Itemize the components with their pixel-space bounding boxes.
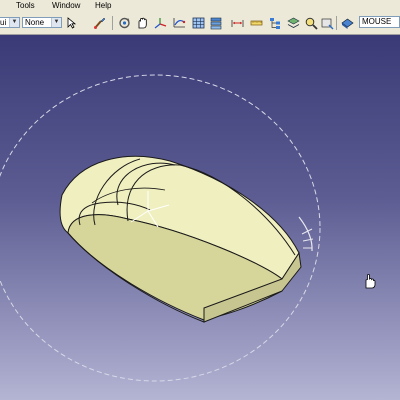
layer-combo[interactable]: ui ▼ xyxy=(0,17,20,28)
layer-combo-value: ui xyxy=(0,18,7,27)
layers-icon[interactable] xyxy=(286,16,301,30)
filter-combo[interactable]: None ▼ xyxy=(22,17,62,28)
chevron-down-icon[interactable]: ▼ xyxy=(9,18,19,27)
rotation-handle[interactable] xyxy=(298,216,313,252)
toolbar-separator xyxy=(112,16,113,30)
menu-window[interactable]: Window xyxy=(52,1,80,11)
filter-combo-value: None xyxy=(25,18,45,27)
tree-icon[interactable] xyxy=(268,16,283,30)
3d-viewport[interactable] xyxy=(0,35,400,400)
hide-show-icon[interactable] xyxy=(320,16,335,30)
rotate-icon[interactable] xyxy=(117,16,132,30)
hand-icon[interactable] xyxy=(135,16,150,30)
product-name-field[interactable]: MOUSE xyxy=(359,16,400,28)
product-name-value: MOUSE xyxy=(362,17,392,26)
hand-cursor-icon xyxy=(365,274,376,289)
measure-icon[interactable] xyxy=(249,16,264,30)
menu-help[interactable]: Help xyxy=(95,1,111,11)
toolbar: ui ▼ None ▼ MOUSE xyxy=(0,12,400,35)
selection-arrow-icon[interactable] xyxy=(65,16,80,30)
model-scene xyxy=(0,74,321,382)
paint-brush-icon[interactable] xyxy=(92,16,107,30)
grid-icon[interactable] xyxy=(191,16,206,30)
dimension-icon[interactable] xyxy=(230,16,245,30)
toolbar-separator xyxy=(336,16,337,30)
axis-system-icon[interactable] xyxy=(153,16,168,30)
menu-tools[interactable]: Tools xyxy=(16,1,35,11)
render-icon[interactable] xyxy=(340,16,355,30)
stack-icon[interactable] xyxy=(209,16,224,30)
zoom-icon[interactable] xyxy=(304,16,319,30)
curve-analysis-icon[interactable] xyxy=(172,16,187,30)
chevron-down-icon[interactable]: ▼ xyxy=(51,18,61,27)
mouse-model[interactable] xyxy=(59,155,302,323)
